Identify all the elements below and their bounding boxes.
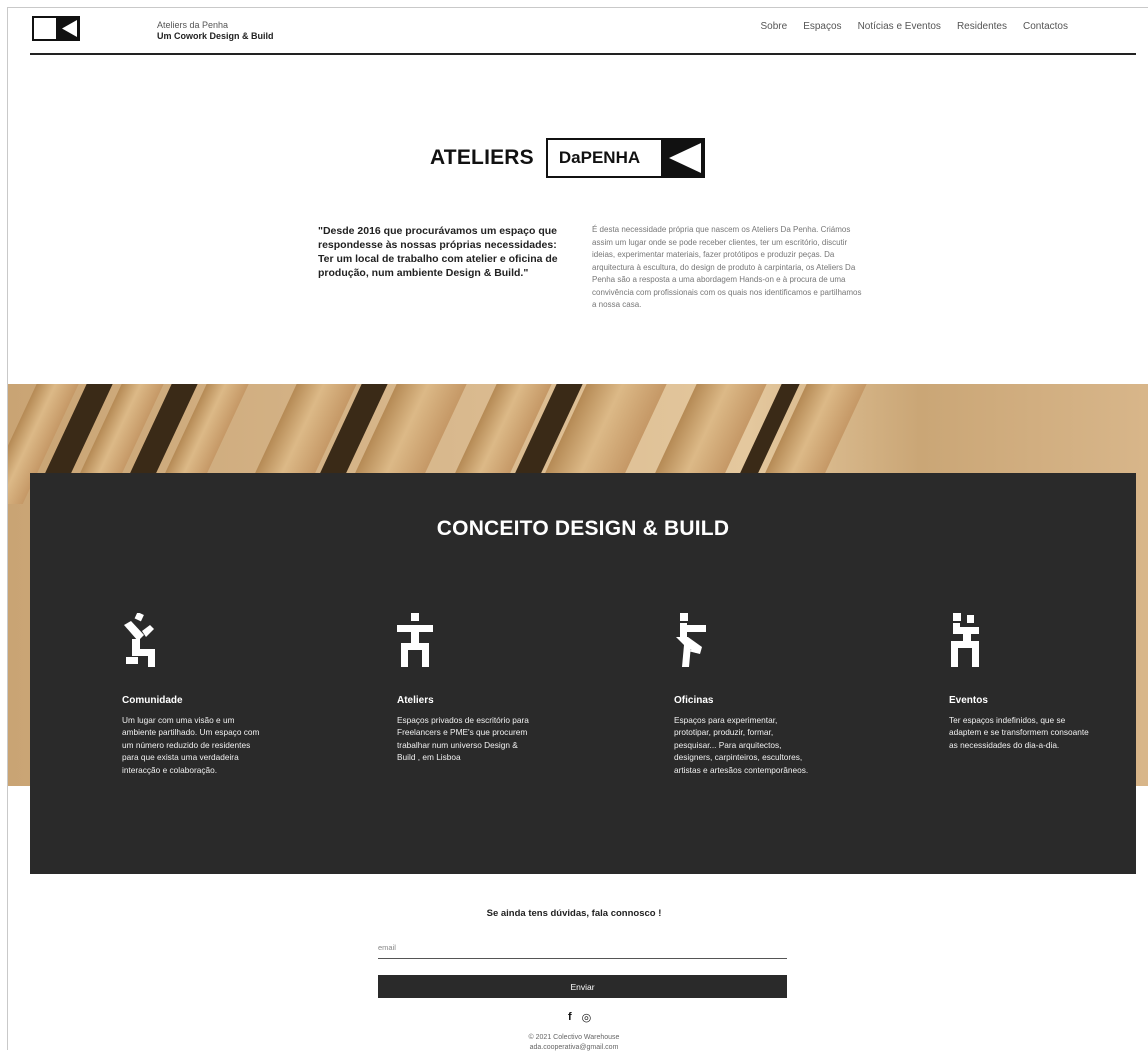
nav-item-sobre[interactable]: Sobre xyxy=(761,21,788,32)
hero-logo-box: DaPENHA xyxy=(545,138,705,178)
footer: © 2021 Colectivo Warehouse ada.cooperati… xyxy=(0,1033,1148,1053)
nav-item-espacos[interactable]: Espaços xyxy=(803,21,841,32)
footer-copyright: © 2021 Colectivo Warehouse xyxy=(528,1034,620,1041)
email-field[interactable]: email xyxy=(378,939,787,959)
contact-title: Se ainda tens dúvidas, fala connosco ! xyxy=(486,908,662,919)
feature-title: Comunidade xyxy=(122,695,183,706)
facebook-icon[interactable]: f xyxy=(568,1011,572,1024)
feature-title: Oficinas xyxy=(674,695,714,706)
hero-logo-word: ATELIERS xyxy=(430,146,534,169)
submit-button[interactable]: Enviar xyxy=(378,975,787,998)
hero-logo: ATELIERS DaPENHA xyxy=(430,137,705,179)
figure-eventos-icon xyxy=(951,613,979,667)
figure-oficinas-icon xyxy=(676,613,706,667)
feature-comunidade: Comunidade Um lugar com uma visão e um a… xyxy=(122,613,262,776)
intro-text: É desta necessidade própria que nascem o… xyxy=(592,225,862,309)
figure-community-icon xyxy=(124,613,155,667)
feature-eventos: Eventos Ter espaços indefinidos, que se … xyxy=(949,613,1089,751)
concept-section: CONCEITO DESIGN & BUILD Comunidade Um lu… xyxy=(30,473,1136,874)
feature-ateliers: Ateliers Espaços privados de escritório … xyxy=(397,613,537,764)
brand-text: Ateliers da Penha Um Cowork Design & Bui… xyxy=(157,20,274,42)
nav-item-noticias-eventos[interactable]: Notícias e Eventos xyxy=(858,21,941,32)
footer-email: ada.cooperativa@gmail.com xyxy=(529,1044,619,1051)
site-logo[interactable] xyxy=(32,16,80,41)
feature-title: Eventos xyxy=(949,695,988,706)
concept-title: CONCEITO DESIGN & BUILD xyxy=(436,517,730,540)
brand-tagline: Um Cowork Design & Build xyxy=(157,31,274,41)
feature-text: Espaços privados de escritório para Free… xyxy=(397,715,529,763)
nav-item-contactos[interactable]: Contactos xyxy=(1023,21,1068,32)
main-nav: Sobre Espaços Notícias e Eventos Residen… xyxy=(761,21,1068,32)
feature-title: Ateliers xyxy=(397,695,434,706)
feature-text: Espaços para experimentar, prototipar, p… xyxy=(674,715,809,775)
feature-text: Um lugar com uma visão e um ambiente par… xyxy=(122,715,260,775)
brand-name: Ateliers da Penha xyxy=(157,20,229,30)
feature-oficinas: Oficinas Espaços para experimentar, prot… xyxy=(674,613,814,776)
social-links: f ◎ xyxy=(568,1011,591,1024)
feature-text: Ter espaços indefinidos, que se adaptem … xyxy=(949,715,1089,750)
site-header: Ateliers da Penha Um Cowork Design & Bui… xyxy=(30,13,1136,55)
hero-logo-box-text: DaPENHA xyxy=(558,148,641,167)
intro-quote: "Desde 2016 que procurávamos um espaço q… xyxy=(318,225,558,279)
instagram-icon[interactable]: ◎ xyxy=(582,1011,592,1024)
nav-item-residentes[interactable]: Residentes xyxy=(957,21,1007,32)
figure-ateliers-icon xyxy=(397,613,433,667)
logo-arrow-icon xyxy=(660,140,703,176)
